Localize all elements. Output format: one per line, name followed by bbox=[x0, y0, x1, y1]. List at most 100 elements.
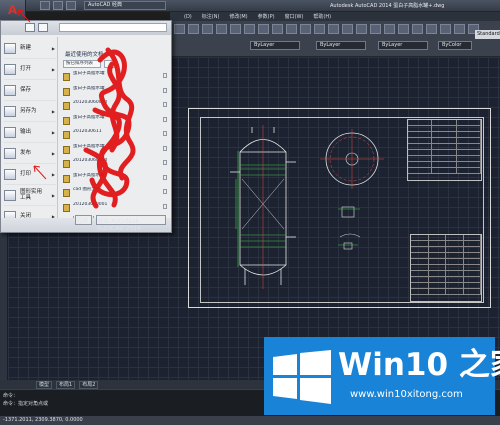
toolbar-button[interactable] bbox=[412, 24, 423, 34]
toolbar-button[interactable] bbox=[426, 24, 437, 34]
workspace-select[interactable]: AutoCAD 经典 bbox=[84, 1, 166, 10]
toolbar-button[interactable] bbox=[454, 24, 465, 34]
pin-icon[interactable] bbox=[163, 160, 167, 165]
lineweight-select[interactable]: ByLayer bbox=[378, 41, 428, 50]
pin-icon[interactable] bbox=[163, 102, 167, 107]
submenu-arrow-icon: ▶ bbox=[51, 129, 55, 135]
export-icon bbox=[4, 126, 16, 138]
toolbar-button[interactable] bbox=[230, 24, 241, 34]
recent-file-item[interactable]: 蛋白子高脂水罐 bbox=[63, 71, 167, 86]
toolbar-button[interactable] bbox=[440, 24, 451, 34]
utilities-icon bbox=[4, 189, 16, 201]
menu-item-window[interactable]: 窗口(W) bbox=[285, 13, 304, 20]
toolbar-button[interactable] bbox=[258, 24, 269, 34]
recent-file-item[interactable]: 蛋白子高脂水罐 bbox=[63, 173, 167, 188]
toolbar-button[interactable] bbox=[272, 24, 283, 34]
file-name: 蛋白子高脂水罐 bbox=[73, 71, 105, 76]
recent-docs-title: 最近使用的文档 bbox=[65, 52, 104, 58]
cmd-export[interactable]: 输出 ▶ bbox=[4, 122, 56, 143]
pin-icon[interactable] bbox=[163, 189, 167, 194]
window-title: Autodesk AutoCAD 2014 蛋白子高脂水罐+.dwg bbox=[330, 3, 445, 9]
pin-icon[interactable] bbox=[163, 87, 167, 93]
text-style-select[interactable]: Standard bbox=[475, 30, 500, 39]
cmd-label: 另存为 bbox=[20, 108, 37, 114]
toolbar-button[interactable] bbox=[174, 24, 185, 34]
recent-docs-icon[interactable] bbox=[25, 23, 35, 32]
toolbar-button[interactable] bbox=[202, 24, 213, 34]
cmd-save[interactable]: 保存 bbox=[4, 80, 56, 101]
pin-icon[interactable] bbox=[163, 131, 167, 136]
cmd-print[interactable]: 打印 ▶ bbox=[4, 164, 56, 185]
toolbar-button[interactable] bbox=[216, 24, 227, 34]
cmd-save-as[interactable]: 另存为 ▶ bbox=[4, 101, 56, 122]
toolbar-button[interactable] bbox=[328, 24, 339, 34]
recent-file-item[interactable]: 201203060000 bbox=[63, 100, 167, 115]
menu-item-parametric[interactable]: 参数(P) bbox=[258, 13, 275, 20]
toolbar-button[interactable] bbox=[300, 24, 311, 34]
plotstyle-select[interactable]: ByColor bbox=[438, 41, 472, 50]
coordinate-readout: -1371.2011, 2309.3870, 0.0000 bbox=[3, 417, 83, 423]
menu-item-modify[interactable]: 修改(M) bbox=[229, 13, 247, 20]
pin-icon[interactable] bbox=[163, 203, 167, 209]
toolbar-button[interactable] bbox=[286, 24, 297, 34]
menu-item-help[interactable]: 帮助(H) bbox=[313, 13, 331, 20]
tab-layout1[interactable]: 布局1 bbox=[56, 380, 76, 389]
menu-item-dimension[interactable]: 标注(N) bbox=[202, 13, 220, 20]
cmd-new[interactable]: 新建 ▶ bbox=[4, 38, 56, 59]
cmd-publish[interactable]: 发布 ▶ bbox=[4, 143, 56, 164]
save-icon[interactable] bbox=[66, 1, 76, 10]
pin-icon[interactable] bbox=[163, 145, 167, 151]
watermark-brand: Win10 之家 bbox=[338, 347, 500, 383]
open-docs-icon[interactable] bbox=[38, 23, 48, 32]
menu-divider bbox=[57, 37, 58, 227]
submenu-arrow-icon: ▶ bbox=[51, 45, 55, 51]
menu-search-input[interactable] bbox=[59, 23, 167, 32]
tab-model[interactable]: 模型 bbox=[36, 380, 53, 389]
open-icon[interactable] bbox=[53, 1, 63, 10]
application-button[interactable]: A bbox=[0, 0, 26, 20]
file-name: 蛋白子高脂水罐 bbox=[73, 85, 105, 91]
title-block-top bbox=[407, 119, 482, 181]
dwg-file-icon bbox=[63, 174, 70, 183]
save-icon bbox=[4, 84, 16, 96]
dwg-file-icon bbox=[63, 73, 70, 81]
windows-logo-icon bbox=[273, 350, 331, 404]
menu-item-draw[interactable]: (D) bbox=[184, 14, 192, 20]
tab-layout2[interactable]: 布局2 bbox=[79, 380, 99, 389]
command-history-line: 命令：指定对角点或 bbox=[3, 401, 49, 407]
recent-file-item[interactable]: 201203060001 bbox=[63, 202, 167, 217]
submenu-arrow-icon: ▶ bbox=[51, 192, 55, 198]
recent-file-item[interactable]: 蛋白子高脂水罐 bbox=[63, 86, 167, 101]
toolbar-button[interactable] bbox=[314, 24, 325, 34]
new-icon[interactable] bbox=[40, 1, 50, 10]
recent-file-item[interactable]: cad 图形文件 bbox=[63, 187, 167, 202]
dwg-file-icon bbox=[63, 145, 70, 154]
cmd-open[interactable]: 打开 ▶ bbox=[4, 59, 56, 80]
pin-icon[interactable] bbox=[163, 73, 167, 78]
recent-file-item[interactable]: 2012030611 bbox=[63, 129, 167, 144]
file-name: 201203060000 bbox=[73, 100, 108, 105]
recent-file-item[interactable]: 201203060000 bbox=[63, 158, 167, 173]
toolbar-area: ByLayer ByLayer ByLayer ByColor Standard bbox=[170, 21, 500, 57]
recent-sort-select[interactable]: 按已排序列表 bbox=[63, 60, 101, 68]
recent-file-item[interactable]: 蛋白子高脂水罐 bbox=[63, 144, 167, 159]
layer-select[interactable]: ByLayer bbox=[250, 41, 300, 50]
exit-autocad-button[interactable]: 退出 Autodesk AutoCAD 2014 bbox=[96, 215, 166, 232]
toolbar-button[interactable] bbox=[356, 24, 367, 34]
view-mode-icon[interactable] bbox=[104, 60, 115, 68]
toolbar-button[interactable] bbox=[398, 24, 409, 34]
toolbar-button[interactable] bbox=[384, 24, 395, 34]
pin-icon[interactable] bbox=[163, 174, 167, 180]
cmd-label: 发布 bbox=[20, 150, 32, 156]
cmd-drawing-utilities[interactable]: 图形实用工具 ▶ bbox=[4, 185, 56, 206]
menu-bar: (D) 标注(N) 修改(M) 参数(P) 窗口(W) 帮助(H) bbox=[170, 12, 500, 21]
linetype-select[interactable]: ByLayer bbox=[316, 41, 366, 50]
toolbar-button[interactable] bbox=[188, 24, 199, 34]
toolbar-button[interactable] bbox=[342, 24, 353, 34]
pin-icon[interactable] bbox=[163, 116, 167, 122]
options-button[interactable]: 选项 bbox=[75, 215, 92, 225]
toolbar-row-standard bbox=[174, 24, 479, 34]
recent-file-item[interactable]: 蛋白子高脂水罐 bbox=[63, 115, 167, 130]
toolbar-button[interactable] bbox=[244, 24, 255, 34]
toolbar-button[interactable] bbox=[370, 24, 381, 34]
